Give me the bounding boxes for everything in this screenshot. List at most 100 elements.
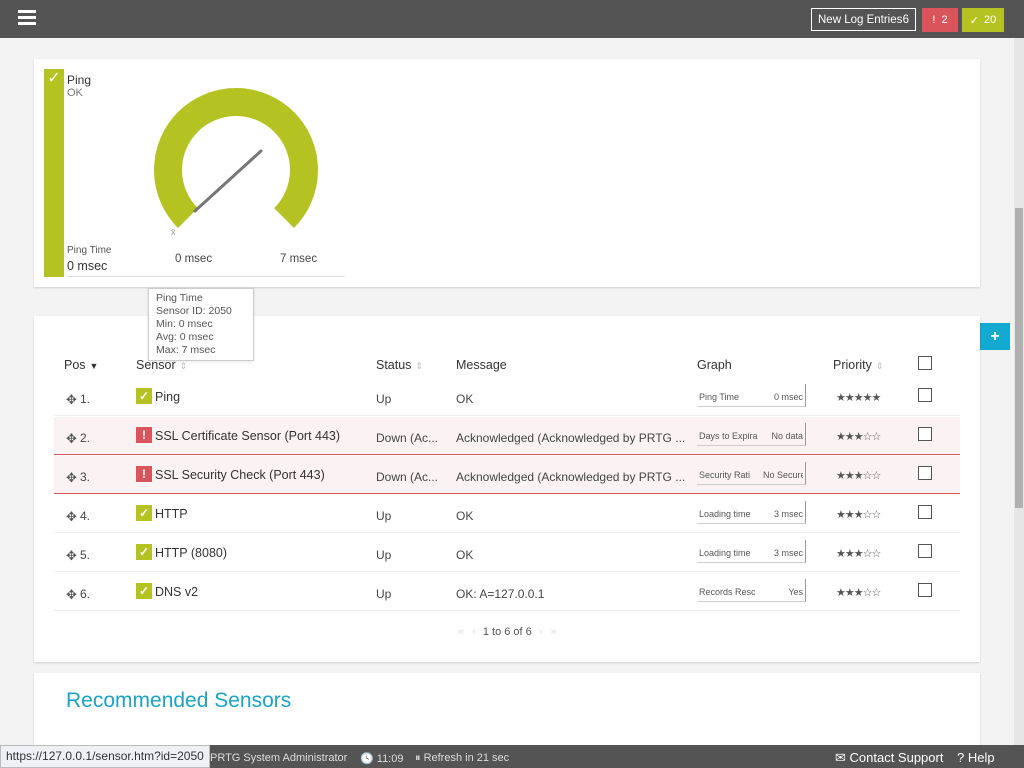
tooltip-line: Ping Time — [156, 292, 203, 304]
contact-support-link[interactable]: ✉ Contact Support — [835, 750, 943, 766]
drag-handle-icon[interactable]: ✥ — [66, 548, 77, 564]
sensor-message: OK — [456, 548, 474, 562]
scrollbar-thumb[interactable] — [1015, 208, 1023, 508]
sensor-table-card: Pos ▼ Sensor ⇕ Status ⇕ Message Graph Prior… — [34, 316, 980, 662]
priority-stars[interactable]: ★★★☆☆ — [836, 586, 881, 599]
footer-admin[interactable]: PRTG System Administrator — [210, 752, 347, 764]
graph-channel-value: No data — [771, 431, 803, 441]
ping-gauge-card: ✓ Ping OK Ping Time 0 msec x̄ 0 msec 7 m… — [34, 59, 980, 287]
drag-handle-icon[interactable]: ✥ — [66, 509, 77, 525]
up-sensors-button[interactable]: ✓ 20 — [962, 8, 1004, 32]
check-icon: ✓ — [136, 544, 152, 560]
sensor-mini-graph[interactable]: Ping Time 0 msec — [697, 384, 806, 407]
last-page-icon[interactable]: » — [551, 626, 557, 638]
table-row[interactable]: ✥ 5. ✓ HTTP (8080) Up OK Loading time 3 msec ★★★… — [54, 534, 960, 572]
header-status[interactable]: Status ⇕ — [376, 358, 423, 372]
row-checkbox[interactable] — [918, 466, 932, 480]
sensor-name-link[interactable]: HTTP — [155, 507, 188, 521]
sensor-status: Down (Ac... — [376, 470, 439, 484]
row-checkbox[interactable] — [918, 388, 932, 402]
log-entries-count: 6 — [902, 13, 909, 26]
graph-channel-label: Days to Expira — [699, 431, 758, 441]
table-row[interactable]: ✥ 2.! SSL Certificate Sensor (Port 443) Dow… — [54, 417, 960, 455]
gauge-min-marker: x̄ — [171, 227, 176, 237]
gauge-status: OK — [67, 87, 83, 99]
row-checkbox[interactable] — [918, 505, 932, 519]
header-priority[interactable]: Priority ⇕ — [833, 358, 883, 372]
sensor-name-link[interactable]: HTTP (8080) — [155, 546, 227, 560]
sort-desc-icon: ▼ — [89, 361, 99, 371]
log-entries-label: New Log Entries — [818, 13, 903, 26]
add-sensor-button[interactable]: + — [980, 323, 1010, 350]
menu-icon[interactable] — [18, 10, 36, 25]
row-position: 1. — [80, 392, 91, 406]
top-bar: New Log Entries 6 ! 2 ✓ 20 — [0, 0, 1024, 38]
sensor-name-link[interactable]: SSL Security Check (Port 443) — [155, 468, 325, 482]
row-checkbox[interactable] — [918, 544, 932, 558]
sensor-status: Up — [376, 548, 392, 562]
first-page-icon[interactable]: « — [458, 626, 464, 638]
down-sensors-button[interactable]: ! 2 — [922, 8, 958, 32]
scrollbar[interactable] — [1014, 38, 1024, 760]
header-message-label: Message — [456, 358, 507, 372]
next-page-icon[interactable]: › — [539, 626, 543, 638]
priority-stars[interactable]: ★★★☆☆ — [836, 508, 881, 521]
priority-stars[interactable]: ★★★☆☆ — [836, 430, 881, 443]
graph-channel-label: Loading time — [699, 548, 751, 558]
priority-stars[interactable]: ★★★☆☆ — [836, 469, 881, 482]
gauge-dial[interactable]: x̄ — [154, 87, 344, 247]
row-position: 6. — [80, 587, 91, 601]
table-row[interactable]: ✥ 4. ✓ HTTP Up OK Loading time 3 msec ★★★☆☆ — [54, 495, 960, 533]
sensor-mini-graph[interactable]: Security Rati No Secure Pr — [697, 462, 806, 485]
pagination: « ‹ 1 to 6 of 6 › » — [454, 626, 561, 638]
gauge-max-label: 7 msec — [280, 253, 318, 265]
prev-page-icon[interactable]: ‹ — [472, 626, 476, 638]
envelope-icon: ✉ — [835, 750, 850, 765]
select-all-checkbox[interactable] — [918, 356, 932, 370]
gauge-title: Ping — [67, 73, 92, 87]
sensor-name-link[interactable]: Ping — [155, 390, 180, 404]
table-row[interactable]: ✥ 6. ✓ DNS v2 Up OK: A=127.0.0.1 Records Resc Y… — [54, 573, 960, 611]
gauge-tooltip: Ping Time Sensor ID: 2050 Min: 0 msec Av… — [148, 288, 254, 361]
row-checkbox[interactable] — [918, 583, 932, 597]
row-position: 5. — [80, 548, 91, 562]
sensor-mini-graph[interactable]: Days to Expira No data — [697, 423, 806, 446]
graph-channel-label: Records Resc — [699, 587, 756, 597]
drag-handle-icon[interactable]: ✥ — [66, 587, 77, 603]
priority-stars[interactable]: ★★★☆☆ — [836, 547, 881, 560]
gauge-needle — [193, 149, 263, 213]
sensor-name-link[interactable]: DNS v2 — [155, 585, 198, 599]
sensor-mini-graph[interactable]: Loading time 3 msec — [697, 501, 806, 524]
drag-handle-icon[interactable]: ✥ — [66, 431, 77, 447]
table-row[interactable]: ✥ 1. ✓ Ping Up OK Ping Time 0 msec ★★★★★ — [54, 378, 960, 416]
sensor-mini-graph[interactable]: Loading time 3 msec — [697, 540, 806, 563]
header-pos[interactable]: Pos ▼ — [64, 358, 98, 372]
row-checkbox[interactable] — [918, 427, 932, 441]
channel-label: Ping Time — [67, 245, 112, 256]
header-graph: Graph — [697, 358, 732, 372]
sensor-name-link[interactable]: SSL Certificate Sensor (Port 443) — [155, 429, 340, 443]
footer-time: 🕓 11:09 — [360, 752, 403, 765]
recommended-sensors-card: Recommended Sensors — [34, 673, 980, 753]
header-graph-label: Graph — [697, 358, 732, 372]
graph-channel-value: 3 msec — [773, 548, 803, 558]
footer-refresh[interactable]: ⏸ Refresh in 21 sec — [415, 752, 509, 765]
table-row[interactable]: ✥ 3.! SSL Security Check (Port 443) Down (A… — [54, 456, 960, 494]
check-icon: ✓ — [136, 583, 152, 599]
divider — [67, 276, 345, 277]
graph-channel-value: 3 msec — [773, 509, 803, 519]
header-message[interactable]: Message — [456, 358, 507, 372]
help-link[interactable]: ? Help — [957, 750, 995, 765]
check-icon: ✓ — [969, 14, 979, 27]
alert-icon: ! — [136, 466, 152, 482]
alert-icon: ! — [136, 427, 152, 443]
sensor-mini-graph[interactable]: Records Resc Yes — [697, 579, 806, 602]
status-url: https://127.0.0.1/sensor.htm?id=2050 — [0, 745, 210, 768]
sort-icon: ⇕ — [415, 361, 423, 371]
down-count: 2 — [941, 14, 948, 26]
drag-handle-icon[interactable]: ✥ — [66, 470, 77, 486]
priority-stars[interactable]: ★★★★★ — [836, 391, 881, 404]
drag-handle-icon[interactable]: ✥ — [66, 392, 77, 408]
new-log-entries-button[interactable]: New Log Entries 6 — [811, 8, 916, 31]
graph-channel-value: Yes — [788, 587, 803, 597]
